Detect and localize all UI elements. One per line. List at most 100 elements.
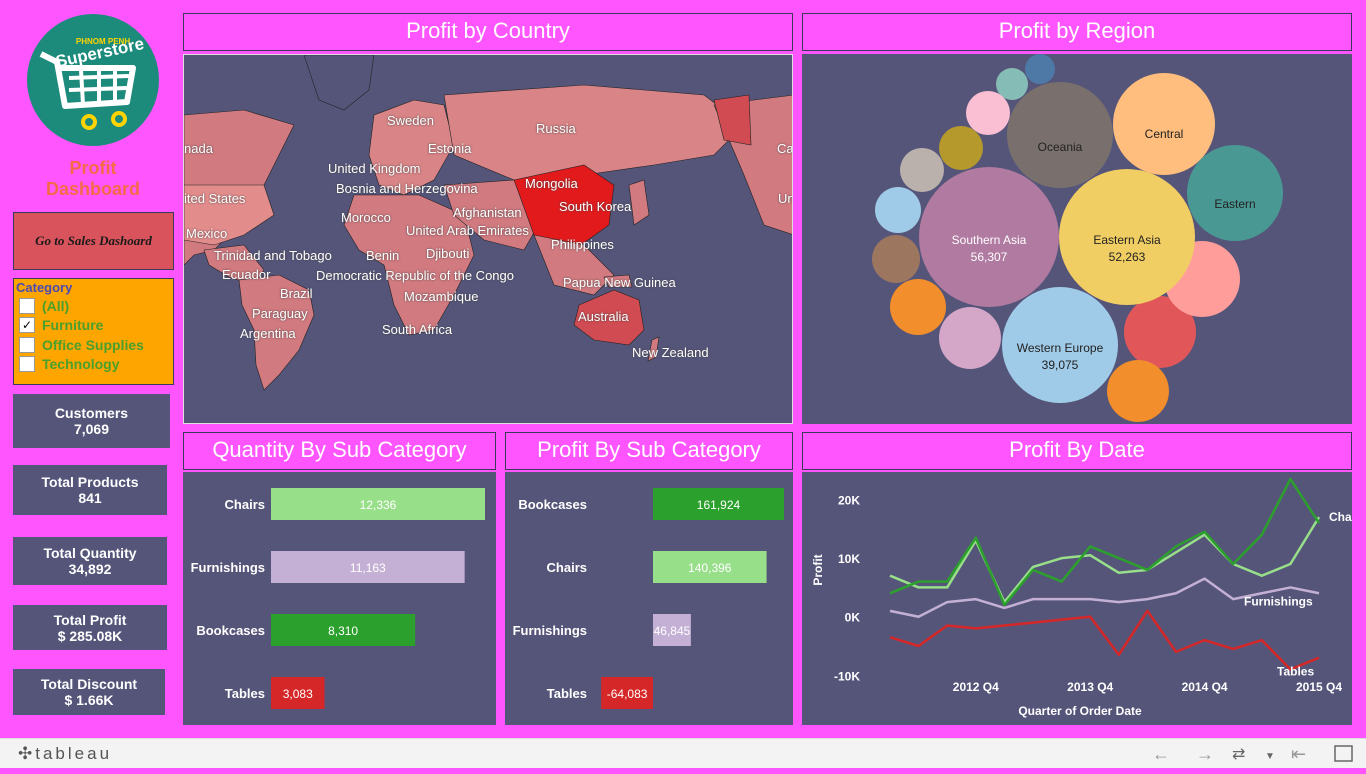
series-line [889,609,1320,671]
map-label-canada-right: Ca [777,141,793,156]
bubble-central[interactable] [1113,73,1215,175]
reset-icon[interactable]: ⇤ [1291,744,1306,764]
bubble-label: Central [1145,127,1184,141]
bar-value-label: 3,083 [283,687,313,701]
region-title: Profit by Region [802,13,1352,51]
x-tick-label: 2015 Q4 [1296,680,1342,694]
profit-sub-title: Profit By Sub Category [505,432,793,470]
kpi-customers: Customers 7,069 [13,394,170,448]
x-tick-label: 2012 Q4 [953,680,999,694]
kpi-value: $ 285.08K [57,627,123,644]
bar-value-label: 140,396 [688,561,732,575]
redo-icon[interactable]: → [1196,744,1214,764]
bar-value-label: -64,083 [607,687,648,701]
world-map-shapes [184,55,792,391]
bubble-oceania[interactable] [1007,82,1113,188]
svg-text:▼: ▼ [1265,751,1275,762]
bubble-eastern[interactable] [1187,145,1283,241]
map-label-ecuador: Ecuador [222,267,271,282]
bubble-small[interactable] [872,235,920,283]
map-label-brazil: Brazil [280,286,313,301]
map-label-morocco: Morocco [341,210,391,225]
undo-icon[interactable]: ← [1152,744,1170,764]
bubble-small[interactable] [939,126,983,170]
profit-sub-chart-panel: Bookcases 161,924 Chairs 140,396 Furnishings… [505,472,793,725]
map-label-trinidad: Trinidad and Tobago [214,248,332,263]
category-option-all[interactable]: (All) [16,296,171,316]
go-to-sales-dashboard-button[interactable]: Go to Sales Dashoard [13,212,174,270]
bar-category-label: Tables [547,686,587,701]
svg-text:←: ← [1152,744,1170,764]
map-label-mozambique: Mozambique [404,289,479,304]
checkbox[interactable] [19,356,35,373]
category-option-technology[interactable]: Technology [16,355,171,375]
kpi-total-products: Total Products 841 [13,465,167,515]
map-label-new-zealand: New Zealand [632,345,709,360]
map-label-united-states: ited States [184,191,246,206]
dashboard-title-line2: Dashboard [45,179,141,199]
revert-icon[interactable]: ⇄ [1232,746,1245,763]
bubble-small[interactable] [966,91,1010,135]
x-tick-label: 2014 Q4 [1182,680,1228,694]
quantity-title: Quantity By Sub Category [183,432,496,470]
map-label-estonia: Estonia [428,141,472,156]
category-option-furniture[interactable]: ✓ Furniture [16,316,171,336]
kpi-total-discount: Total Discount $ 1.66K [13,669,165,715]
map-label-united-kingdom: United Kingdom [328,161,421,176]
series-end-label: Chairs [1329,510,1352,524]
map-label-djibouti: Djibouti [426,246,470,261]
svg-text:✣tableau: ✣tableau [18,744,112,763]
y-axis-title: Profit [811,554,825,585]
kpi-label: Total Discount [40,676,138,692]
bubble-label: Western Europe [1017,341,1104,355]
profit-date-chart-panel: 20K 10K 0K -10K Profit 2012 Q4 2013 Q4 2014 Q4 2… [802,472,1366,725]
y-tick-label: 0K [845,611,861,625]
bubble-small[interactable] [1107,360,1169,422]
bar-value-label: 11,163 [350,561,386,575]
profit-date-title: Profit By Date [802,432,1352,470]
bubble-label: Eastern [1214,197,1255,211]
category-option-office-supplies[interactable]: Office Supplies [16,335,171,355]
map-label-uae: United Arab Emirates [406,223,529,238]
bubble-small[interactable] [1025,54,1055,84]
bubble-small[interactable] [875,187,921,233]
profit-by-country-map[interactable]: Sweden Russia Estonia United Kingdom Bos… [183,54,793,424]
tableau-toolbar: ✣tableau ← → ⇄ ▼ ⇤ [0,738,1366,768]
quantity-chart-panel: Chairs 12,336 Furnishings 11,163 Bookcases 8,… [183,472,496,725]
checkbox[interactable] [19,336,35,353]
map-label-us-right: Un [778,191,793,206]
category-option-label: Furniture [42,317,104,334]
profit-sub-bar-chart: Bookcases 161,924 Chairs 140,396 Furnishings… [513,488,784,709]
bubble-small[interactable] [939,307,1001,369]
bar-value-label: 46,845 [654,624,691,638]
series-line [889,477,1321,607]
chevron-down-icon[interactable]: ▼ [1265,751,1275,762]
bar-value-label: 12,336 [360,498,397,512]
checkbox[interactable] [19,297,35,314]
map-label-south-africa: South Africa [382,322,453,337]
fullscreen-icon[interactable] [1334,745,1353,762]
kpi-label: Total Quantity [43,545,137,561]
kpi-value: $ 1.66K [64,692,114,708]
map-label-png: Papua New Guinea [563,275,676,290]
superstore-logo: PHNOM PENH Superstore [27,14,159,146]
bubble-small[interactable] [900,148,944,192]
y-tick-label: 20K [838,494,860,508]
svg-text:⇤: ⇤ [1291,744,1306,764]
kpi-label: Total Profit [53,611,127,628]
bubble-small[interactable] [890,279,946,335]
profit-by-region-bubble-chart[interactable]: Oceania Central Eastern Southern Asia 56… [802,54,1352,424]
bar-category-label: Furnishings [191,560,265,575]
bar-value-label: 161,924 [697,498,741,512]
x-tick-label: 2013 Q4 [1067,680,1113,694]
bar-category-label: Chairs [547,560,587,575]
svg-text:→: → [1196,744,1214,764]
dashboard-title: Profit Dashboard [20,158,166,200]
map-label-paraguay: Paraguay [252,306,308,321]
checkbox-checked[interactable]: ✓ [19,317,35,334]
map-label-argentina: Argentina [240,326,296,341]
bar-category-label: Tables [225,686,265,701]
svg-text:⇄: ⇄ [1232,746,1245,763]
profit-date-line-chart: 20K 10K 0K -10K Profit 2012 Q4 2013 Q4 2014 Q4 2… [811,477,1366,718]
map-label-australia: Australia [578,309,629,324]
